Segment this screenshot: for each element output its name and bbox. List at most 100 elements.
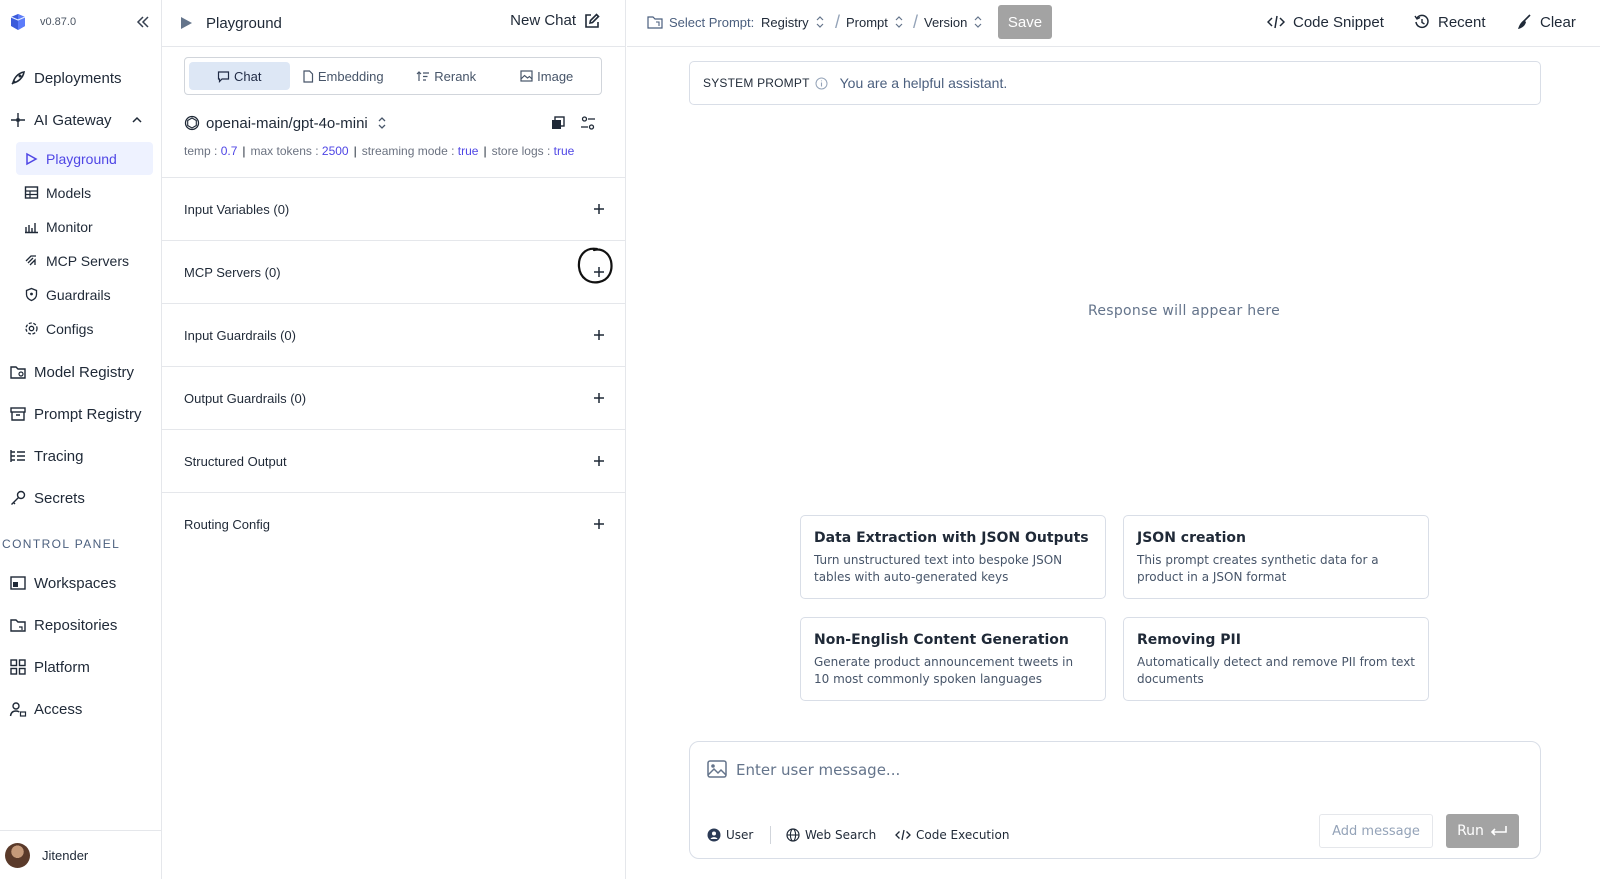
- card-title: Removing PII: [1137, 632, 1241, 648]
- param-temp: 0.7: [220, 144, 238, 158]
- sidebar-item-configs[interactable]: Configs: [16, 312, 153, 345]
- section-input-variables[interactable]: Input Variables (0): [162, 177, 626, 240]
- nav-tracing[interactable]: Tracing: [0, 439, 158, 473]
- nav-workspaces[interactable]: Workspaces: [0, 566, 158, 600]
- prompt-template-card[interactable]: Non-English Content Generation Generate …: [800, 617, 1106, 701]
- nav-repositories[interactable]: Repositories: [0, 608, 158, 642]
- param-label: temp :: [184, 144, 218, 158]
- section-output-guardrails[interactable]: Output Guardrails (0): [162, 366, 626, 429]
- image-upload-icon[interactable]: [707, 760, 727, 778]
- nav-prompt-registry[interactable]: Prompt Registry: [0, 397, 158, 431]
- param-separator: |: [242, 144, 246, 158]
- plus-icon[interactable]: [592, 202, 606, 216]
- file-icon: [303, 69, 313, 83]
- add-message-button[interactable]: Add message: [1319, 814, 1433, 848]
- prompt-select[interactable]: Prompt: [846, 0, 904, 44]
- nav-label: Model Registry: [34, 363, 135, 381]
- clear-button[interactable]: Clear: [1516, 0, 1576, 44]
- section-routing-config[interactable]: Routing Config: [162, 492, 626, 555]
- section-structured-output[interactable]: Structured Output: [162, 429, 626, 492]
- message-composer: User Web Search Code Execution Add messa…: [689, 741, 1541, 859]
- mode-tabs: Chat Embedding Rerank Image: [184, 57, 602, 95]
- chevron-updown-icon: [974, 16, 982, 28]
- prompt-template-card[interactable]: Removing PII Automatically detect and re…: [1123, 617, 1429, 701]
- globe-icon: [786, 828, 800, 842]
- new-chat-label: New Chat: [510, 12, 576, 29]
- model-params: temp : 0.7 | max tokens : 2500 | streaming m…: [184, 144, 574, 158]
- tab-chat[interactable]: Chat: [189, 62, 290, 90]
- param-separator: |: [483, 144, 487, 158]
- section-input-guardrails[interactable]: Input Guardrails (0): [162, 303, 626, 366]
- web-search-toggle[interactable]: Web Search: [786, 825, 876, 845]
- workspace-icon: [8, 573, 28, 593]
- sidebar-item-label: Playground: [46, 150, 117, 167]
- prompt-template-card[interactable]: JSON creation This prompt creates synthe…: [1123, 515, 1429, 599]
- plus-icon[interactable]: [592, 265, 606, 279]
- user-lock-icon: [8, 699, 28, 719]
- sidebar-item-guardrails[interactable]: Guardrails: [16, 278, 153, 311]
- card-description: This prompt creates synthetic data for a…: [1137, 553, 1379, 584]
- chart-icon: [22, 218, 40, 236]
- tab-label: Rerank: [434, 68, 477, 84]
- nav-label: Workspaces: [34, 574, 117, 592]
- plus-icon[interactable]: [592, 454, 606, 468]
- plus-icon[interactable]: [592, 391, 606, 405]
- chevron-updown-icon: [895, 16, 903, 28]
- param-label: max tokens :: [250, 144, 319, 158]
- role-label: User: [726, 828, 754, 842]
- nav-ai-gateway[interactable]: AI Gateway: [0, 103, 158, 137]
- gateway-icon: [8, 110, 28, 130]
- recent-button[interactable]: Recent: [1414, 0, 1486, 44]
- plus-icon[interactable]: [592, 328, 606, 342]
- collapse-sidebar-icon[interactable]: [134, 13, 152, 31]
- section-label: Input Guardrails (0): [184, 327, 296, 343]
- divider: [770, 826, 771, 844]
- nav-deployments[interactable]: Deployments: [0, 61, 158, 95]
- system-prompt-field[interactable]: SYSTEM PROMPT You are a helpful assistan…: [689, 61, 1541, 105]
- section-mcp-servers[interactable]: MCP Servers (0): [162, 240, 626, 303]
- chevron-up-icon[interactable]: [130, 113, 144, 127]
- registry-select[interactable]: Registry: [761, 0, 825, 44]
- nav-label: Repositories: [34, 616, 118, 634]
- sidebar-item-label: Guardrails: [46, 286, 111, 303]
- user-message-input[interactable]: [736, 756, 1436, 784]
- role-selector[interactable]: User: [707, 825, 753, 845]
- enter-key-icon: [1490, 826, 1507, 836]
- gear-icon: [22, 320, 40, 338]
- sidebar-item-mcp-servers[interactable]: MCP Servers: [16, 244, 153, 277]
- run-button[interactable]: Run: [1446, 814, 1519, 848]
- user-profile[interactable]: Jitender: [0, 830, 161, 879]
- sidebar-item-label: MCP Servers: [46, 252, 129, 269]
- param-separator: |: [353, 144, 357, 158]
- tab-image[interactable]: Image: [496, 62, 597, 90]
- nav-secrets[interactable]: Secrets: [0, 481, 158, 515]
- settings-sliders-icon[interactable]: [580, 115, 596, 131]
- sidebar-item-models[interactable]: Models: [16, 176, 153, 209]
- sidebar-item-playground[interactable]: Playground: [16, 142, 153, 175]
- nav-label: Deployments: [34, 69, 122, 87]
- chevron-updown-icon: [378, 117, 386, 129]
- tab-rerank[interactable]: Rerank: [396, 62, 497, 90]
- prompt-template-card[interactable]: Data Extraction with JSON Outputs Turn u…: [800, 515, 1106, 599]
- plus-icon[interactable]: [592, 517, 606, 531]
- broom-icon: [1518, 14, 1531, 29]
- openai-icon: [184, 115, 200, 131]
- history-icon: [1414, 14, 1429, 29]
- nav-model-registry[interactable]: Model Registry: [0, 355, 158, 389]
- code-icon: [895, 829, 911, 841]
- model-selector[interactable]: openai-main/gpt-4o-mini: [184, 112, 604, 134]
- nav-platform[interactable]: Platform: [0, 650, 158, 684]
- registry-label: Registry: [761, 14, 809, 30]
- save-button[interactable]: Save: [998, 5, 1052, 39]
- select-prompt: Select Prompt:: [647, 0, 754, 44]
- tab-embedding[interactable]: Embedding: [290, 62, 396, 90]
- copy-icon[interactable]: [550, 115, 566, 131]
- chevron-updown-icon: [816, 16, 824, 28]
- version-select[interactable]: Version: [924, 0, 983, 44]
- sidebar-item-monitor[interactable]: Monitor: [16, 210, 153, 243]
- list-tree-icon: [8, 446, 28, 466]
- nav-access[interactable]: Access: [0, 692, 158, 726]
- code-execution-toggle[interactable]: Code Execution: [895, 825, 1009, 845]
- code-snippet-button[interactable]: Code Snippet: [1267, 0, 1384, 44]
- new-chat-button[interactable]: New Chat: [510, 12, 600, 29]
